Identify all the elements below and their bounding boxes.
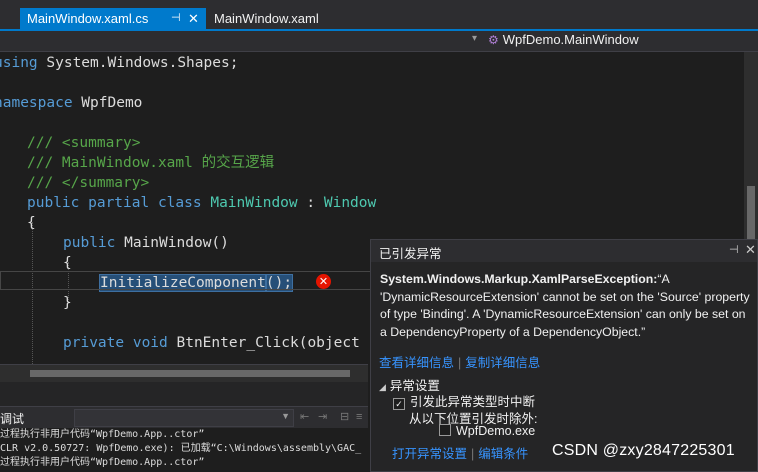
code-line: { — [63, 255, 72, 271]
indent-guide — [32, 222, 33, 364]
detail-links: 查看详细信息 | 复制详细信息 — [379, 356, 541, 370]
code-line: using System.Windows.Shapes; — [0, 55, 239, 71]
exception-message: System.Windows.Markup.XamlParseException… — [380, 271, 752, 341]
code-line: namespace WpfDemo — [0, 95, 143, 111]
option-label: WpfDemo.exe — [456, 424, 536, 438]
copy-details-link[interactable]: 复制详细信息 — [465, 356, 540, 370]
edit-conditions-link[interactable]: 编辑条件 — [478, 447, 528, 461]
output-toolbar: 调试 ▼ ⇤ ⇥ ⊟ ≡ — [0, 406, 368, 429]
pin-icon[interactable]: ⊣ — [729, 243, 739, 256]
horizontal-scrollbar[interactable] — [0, 364, 368, 382]
class-icon: ⚙ — [488, 33, 499, 47]
checkbox-checked[interactable]: ✓ — [393, 398, 405, 410]
collapse-triangle-icon: ◢ — [379, 382, 386, 392]
popup-header: 已引发异常 ⊣ ✕ — [371, 240, 757, 262]
member-label: WpfDemo.MainWindow — [502, 32, 639, 47]
open-exception-settings-link[interactable]: 打开异常设置 — [392, 447, 467, 461]
tab-mainwindow-xaml[interactable]: MainWindow.xaml — [206, 8, 327, 29]
chevron-down-icon: ▼ — [281, 411, 290, 421]
output-text[interactable]: 过程执行非用户代码“WpfDemo.App..ctor” CLR v2.0.50… — [0, 428, 368, 472]
panel-splitter[interactable] — [0, 382, 368, 406]
code-line: public MainWindow() — [63, 235, 229, 251]
scrollbar-thumb[interactable] — [747, 186, 755, 246]
tab-mainwindow-xaml-cs[interactable]: MainWindow.xaml.cs ⊣ ✕ — [20, 8, 206, 29]
code-line: } — [63, 295, 72, 311]
exclude-module-option[interactable]: WpfDemo.exe — [439, 424, 535, 438]
close-icon[interactable]: ✕ — [188, 8, 199, 29]
code-line: private void BtnEnter_Click(object — [63, 335, 360, 351]
code-line: /// </summary> — [27, 175, 150, 191]
scrollbar-thumb[interactable] — [30, 370, 350, 377]
tab-label: MainWindow.xaml.cs — [27, 11, 149, 26]
code-line: /// <summary> — [27, 135, 141, 151]
member-dropdown[interactable]: ⚙ WpfDemo.MainWindow — [488, 32, 639, 47]
tab-label: MainWindow.xaml — [214, 11, 319, 26]
word-wrap-icon[interactable]: ≡ — [356, 411, 368, 423]
error-icon[interactable]: ✕ — [316, 274, 331, 289]
code-line: /// MainWindow.xaml 的交互逻辑 — [27, 155, 275, 171]
code-line: public partial class MainWindow : Window — [27, 195, 377, 211]
code-line: { — [27, 215, 36, 231]
view-details-link[interactable]: 查看详细信息 — [379, 356, 454, 370]
navigation-bar: ▾ ⚙ WpfDemo.MainWindow — [0, 31, 758, 52]
find-previous-icon[interactable]: ⇤ — [300, 411, 312, 423]
type-dropdown-arrow-icon[interactable]: ▾ — [472, 33, 477, 44]
pin-icon[interactable]: ⊣ — [171, 8, 181, 29]
exception-type: System.Windows.Markup.XamlParseException… — [380, 272, 658, 286]
find-next-icon[interactable]: ⇥ — [318, 411, 330, 423]
output-source-label: 调试 — [0, 412, 25, 426]
output-line: CLR v2.0.50727: WpfDemo.exe): 已加载“C:\Win… — [0, 443, 362, 454]
output-line: 过程执行非用户代码“WpfDemo.App..ctor” — [0, 457, 205, 468]
checkbox-unchecked[interactable] — [439, 424, 451, 436]
option-label: 引发此异常类型时中断 — [410, 395, 536, 409]
clear-all-icon[interactable]: ⊟ — [340, 411, 352, 423]
watermark: CSDN @zxy2847225301 — [552, 442, 735, 459]
output-line: 过程执行非用户代码“WpfDemo.App..ctor” — [0, 429, 205, 440]
close-icon[interactable]: ✕ — [745, 242, 756, 258]
document-tab-bar: MainWindow.xaml.cs ⊣ ✕ MainWindow.xaml — [0, 0, 758, 31]
exception-helper-popup: 已引发异常 ⊣ ✕ System.Windows.Markup.XamlPars… — [370, 239, 758, 472]
popup-title: 已引发异常 — [379, 247, 442, 261]
output-source-select[interactable]: ▼ — [74, 409, 294, 427]
settings-links: 打开异常设置 | 编辑条件 — [392, 447, 529, 461]
